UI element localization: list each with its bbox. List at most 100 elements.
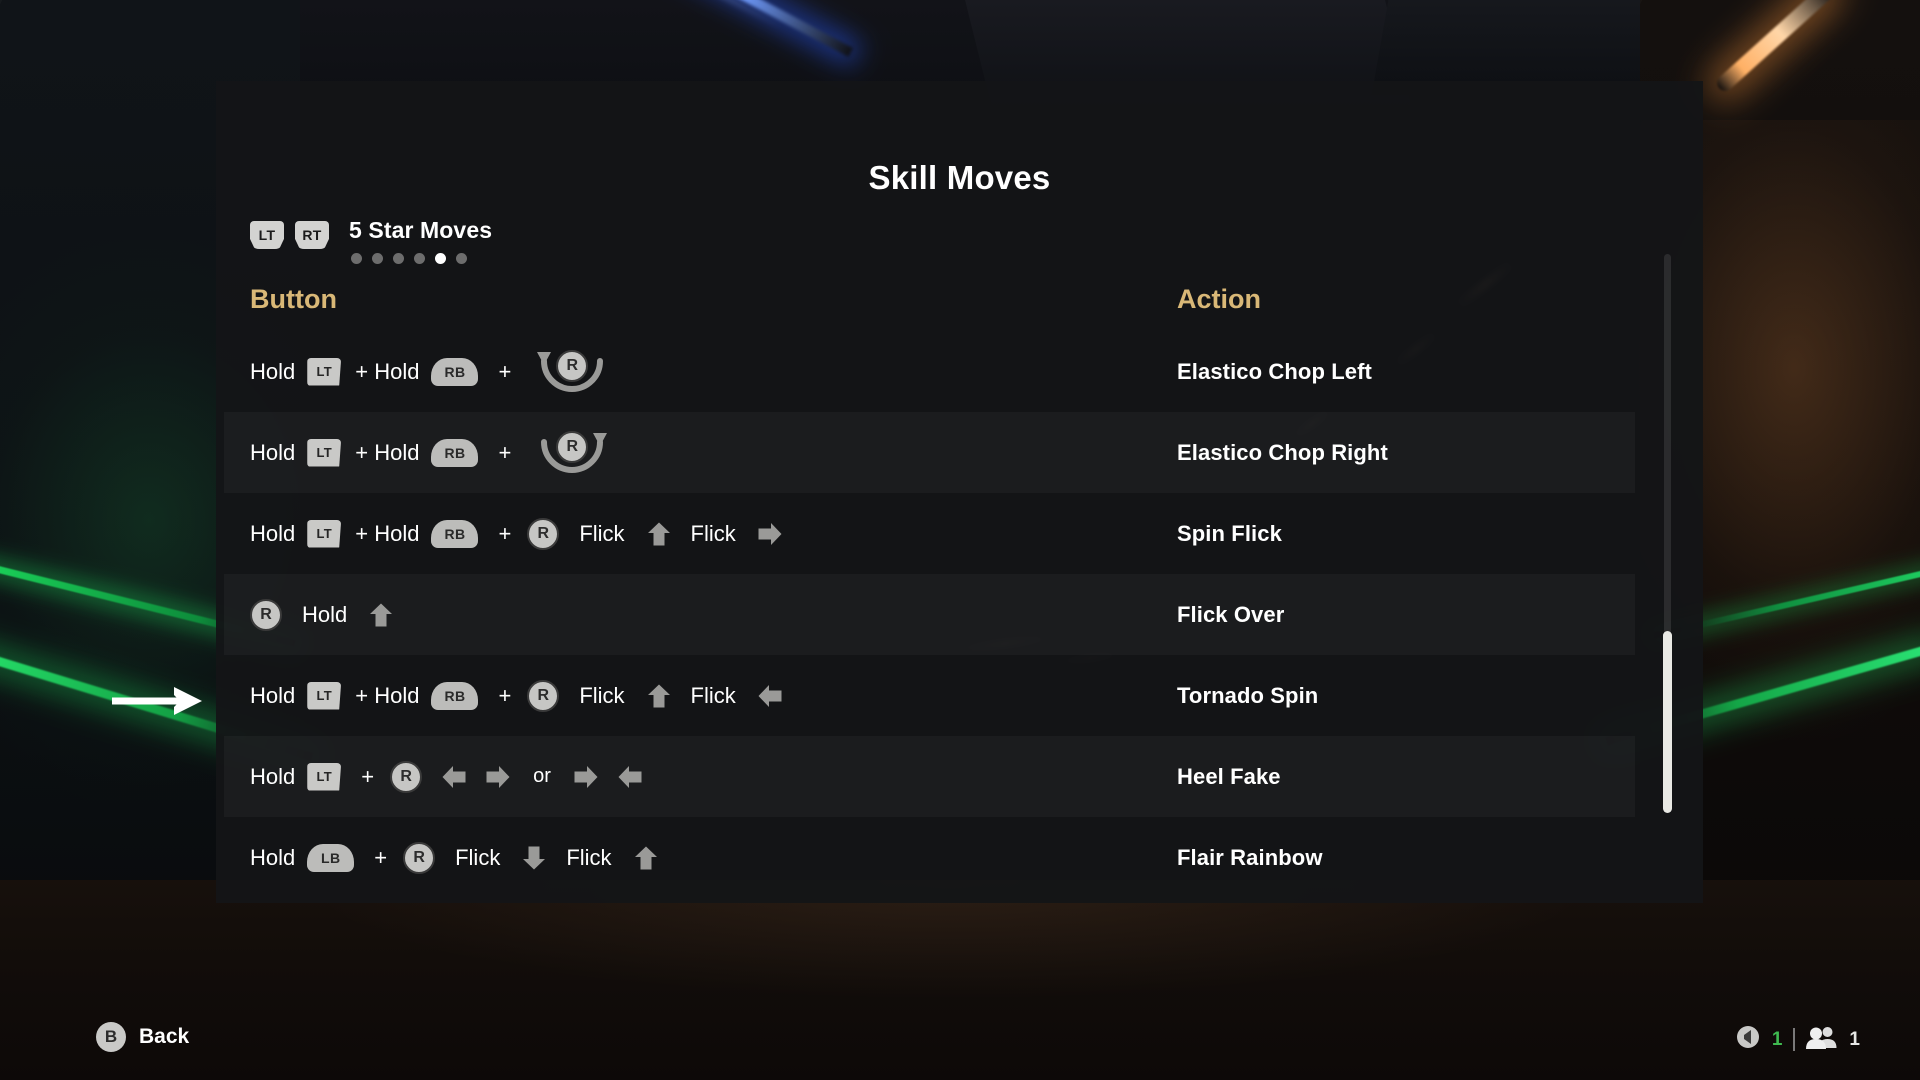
rb-shoulder-icon: RB [431, 519, 479, 548]
lt-trigger-icon: LT [307, 519, 342, 548]
arrow-up-icon [368, 602, 394, 628]
arrow-left-icon [757, 683, 783, 709]
category-name: 5 Star Moves [349, 217, 493, 243]
arrow-right-icon [757, 521, 783, 547]
right-stick-icon: R [527, 517, 560, 550]
right-stick-icon: R [556, 430, 589, 463]
combo-text: + Hold [355, 358, 420, 384]
column-header-button: Button [250, 284, 337, 314]
lt-trigger-icon: LT [307, 357, 342, 386]
arrow-up-icon [633, 845, 659, 871]
skill-move-action-label: Elastico Chop Left [1177, 358, 1372, 384]
combo-text: Flick [690, 682, 736, 708]
combo-text: Hold [250, 520, 296, 546]
row-button-combo: R Hold [224, 598, 1164, 631]
skill-move-action-label: Spin Flick [1177, 520, 1282, 546]
combo-plus: + [498, 439, 512, 465]
combo-plus: + [498, 520, 512, 546]
combo-text: Flick [690, 520, 736, 546]
divider [1793, 1028, 1796, 1051]
skill-move-row[interactable]: Hold LT + Hold RB + R Elastico Chop Right [224, 412, 1635, 493]
b-button-icon[interactable]: B [96, 1022, 126, 1052]
row-button-combo: Hold LT + Ror [224, 760, 1164, 793]
rt-trigger-icon[interactable]: RT [295, 221, 329, 249]
speaker-icon [1735, 1024, 1761, 1055]
page-dot[interactable] [351, 253, 362, 264]
combo-text: Flick [579, 520, 625, 546]
page-dot[interactable] [393, 253, 404, 264]
skill-move-row[interactable]: Hold LB + R Flick Flick Flair Rainbow [224, 817, 1635, 898]
lt-trigger-icon: LT [307, 762, 342, 791]
skill-move-action-label: Flick Over [1177, 601, 1285, 627]
combo-plus: + [498, 682, 512, 708]
row-button-combo: Hold LT + Hold RB + R Flick Flick [224, 679, 1164, 712]
row-button-combo: Hold LT + Hold RB + R Flick Flick [224, 517, 1164, 550]
combo-or: or [533, 765, 551, 787]
skill-move-row[interactable]: Hold LT + Ror Heel Fake [224, 736, 1635, 817]
page-dot[interactable] [372, 253, 383, 264]
arrow-up-icon [646, 521, 672, 547]
skill-move-row[interactable]: Hold LT + Hold RB + R Flick Flick Tornado Spin [224, 655, 1635, 736]
rb-shoulder-icon: RB [431, 357, 479, 386]
combo-plus: + [374, 844, 388, 870]
combo-text: Hold [302, 601, 348, 627]
annotation-pointer-arrow-icon [110, 682, 210, 725]
page-dot[interactable] [456, 253, 467, 264]
player-count: 1 [1849, 1028, 1860, 1050]
skill-move-row[interactable]: R Hold Flick Over [224, 574, 1635, 655]
page-dot[interactable] [414, 253, 425, 264]
rotate-counterclockwise-stick-icon: R [529, 345, 615, 399]
combo-text: + Hold [355, 520, 420, 546]
back-button-label: Back [139, 1025, 190, 1048]
combo-text: + Hold [355, 439, 420, 465]
audio-count: 1 [1771, 1028, 1783, 1050]
skill-moves-panel: Skill Moves LT RT 5 Star Moves Button Ac… [216, 81, 1703, 903]
page-title: Skill Moves [868, 159, 1051, 196]
combo-plus: + [361, 763, 375, 789]
combo-text: + Hold [355, 682, 420, 708]
back-button[interactable]: B Back [96, 1022, 189, 1052]
arrow-left-icon [441, 764, 467, 790]
scrollbar-thumb[interactable] [1663, 631, 1672, 813]
combo-text: Flick [455, 844, 501, 870]
right-stick-icon: R [556, 349, 589, 382]
row-button-combo: Hold LB + R Flick Flick [224, 841, 1164, 874]
right-stick-icon: R [403, 841, 436, 874]
skill-move-action-label: Tornado Spin [1177, 682, 1319, 708]
rotate-clockwise-stick-icon: R [529, 426, 615, 480]
page-dot-active[interactable] [435, 253, 446, 264]
combo-text: Hold [250, 682, 296, 708]
category-block: 5 Star Moves [349, 217, 492, 264]
players-icon [1806, 1025, 1838, 1054]
row-button-combo: Hold LT + Hold RB + R [224, 345, 1164, 399]
arrow-up-icon [646, 683, 672, 709]
right-stick-icon: R [527, 679, 560, 712]
combo-text: Flick [566, 844, 612, 870]
skill-moves-list: Hold LT + Hold RB + R Elastico Chop Left Hold LT… [224, 331, 1635, 898]
skill-move-action-label: Elastico Chop Right [1177, 439, 1388, 465]
arrow-right-icon [573, 764, 599, 790]
combo-text: Flick [579, 682, 625, 708]
skill-move-action-label: Heel Fake [1177, 763, 1281, 789]
lt-trigger-icon[interactable]: LT [250, 221, 284, 249]
category-selector[interactable]: LT RT 5 Star Moves [250, 217, 492, 264]
lb-shoulder-icon: LB [307, 843, 355, 872]
column-header-action: Action [1177, 284, 1261, 314]
combo-plus: + [498, 358, 512, 384]
lt-trigger-icon: LT [307, 438, 342, 467]
combo-text: Hold [250, 358, 296, 384]
rb-shoulder-icon: RB [431, 681, 479, 710]
row-button-combo: Hold LT + Hold RB + R [224, 426, 1164, 480]
combo-text: Hold [250, 844, 296, 870]
lt-trigger-icon: LT [307, 681, 342, 710]
skill-move-row[interactable]: Hold LT + Hold RB + R Elastico Chop Left [224, 331, 1635, 412]
rb-shoulder-icon: RB [431, 438, 479, 467]
status-indicators: 1 1 [1735, 1024, 1860, 1055]
arrow-down-icon [521, 845, 547, 871]
combo-text: Hold [250, 763, 296, 789]
right-stick-icon: R [250, 598, 282, 631]
skill-move-row[interactable]: Hold LT + Hold RB + R Flick Flick Spin Flick [224, 493, 1635, 574]
right-stick-icon: R [390, 760, 423, 793]
arrow-left-icon [617, 764, 643, 790]
combo-text: Hold [250, 439, 296, 465]
